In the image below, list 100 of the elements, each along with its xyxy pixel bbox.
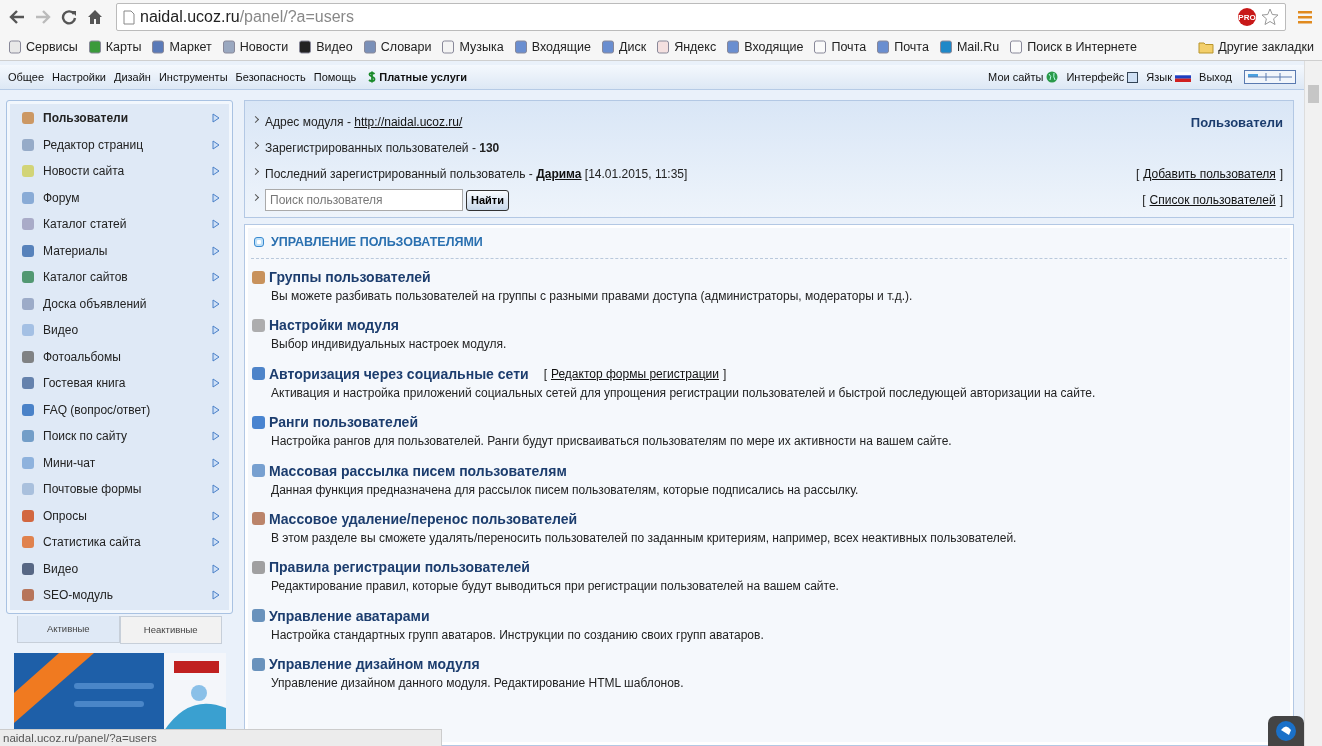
bookmark[interactable]: Новости [221,40,289,54]
bookmark[interactable]: Карты [87,40,142,54]
expand-arrow-icon[interactable] [212,325,220,336]
expand-arrow-icon[interactable] [212,378,220,389]
module-icon [21,137,35,152]
expand-arrow-icon[interactable] [212,272,220,283]
user-link[interactable]: Дарима [536,167,582,181]
bookmark[interactable]: Почта [813,40,867,54]
expand-arrow-icon[interactable] [212,510,220,521]
expand-arrow-icon[interactable] [212,484,220,495]
my-sites-link[interactable]: Мои сайты [988,71,1059,83]
globe-icon [1046,71,1059,83]
bookmark[interactable]: Сервисы [8,40,78,54]
bookmark[interactable]: Музыка [441,40,504,54]
section-title-link[interactable]: Настройки модуля [269,317,399,334]
expand-arrow-icon[interactable] [212,404,220,415]
sidebar-item[interactable]: Видео [13,317,228,344]
paid-services-link[interactable]: Платные услуги [368,71,468,83]
expand-arrow-icon[interactable] [212,351,220,362]
bookmark-icon [87,40,102,54]
sidebar-item[interactable]: Мини-чат [13,449,228,476]
chat-button[interactable] [1268,716,1304,746]
bookmark[interactable]: Диск [600,40,647,54]
expand-arrow-icon[interactable] [212,192,220,203]
module-address-link[interactable]: http://naidal.ucoz.ru/ [354,115,463,129]
adblock-badge[interactable]: PRO [1238,8,1256,26]
top-menu-item[interactable]: Общее [8,71,45,83]
section-title-link[interactable]: Правила регистрации пользователей [269,559,530,576]
bookmark[interactable]: Входящие [513,40,591,54]
sidebar-item[interactable]: Форум [13,184,228,211]
sidebar-item[interactable]: Доска объявлений [13,290,228,317]
top-menu-item[interactable]: Инструменты [158,71,228,83]
find-button[interactable]: Найти [466,189,509,211]
section-title-link[interactable]: Авторизация через социальные сети [269,365,529,382]
sidebar-item[interactable]: Опросы [13,502,228,529]
section-title-link[interactable]: Управление дизайном модуля [269,656,480,673]
module-icon [21,164,35,179]
logout-link[interactable]: Выход [1199,71,1232,83]
section-description: Данная функция предназначена для рассылок писем пользователям, которые подписались на рассылку. [271,482,860,497]
module-filter-tab[interactable]: Активные [17,615,120,643]
module-filter-tab[interactable]: Неактивные [119,615,222,644]
expand-arrow-icon[interactable] [212,537,220,548]
section-title-link[interactable]: Группы пользователей [269,269,431,285]
expand-arrow-icon[interactable] [212,166,220,177]
bracket: [ [1142,193,1146,207]
bookmark[interactable]: Поиск в Интернете [1009,40,1137,54]
registration-form-editor-link[interactable]: Редактор формы регистрации [550,366,719,381]
expand-arrow-icon[interactable] [212,457,220,468]
sidebar-item[interactable]: Материалы [13,237,228,264]
language-link[interactable]: Язык [1146,71,1192,83]
sidebar-item[interactable]: Почтовые формы [13,476,228,503]
sidebar-item[interactable]: FAQ (вопрос/ответ) [13,396,228,423]
sidebar-item[interactable]: Редактор страниц [13,131,228,158]
expand-arrow-icon[interactable] [212,590,220,601]
section-title-link[interactable]: Ранги пользователей [269,414,418,431]
bookmark-icon [876,40,891,54]
section-icon [251,269,266,285]
top-menu-item[interactable]: Безопасность [235,71,306,83]
sidebar-item[interactable]: Статистика сайта [13,529,228,556]
bookmark[interactable]: Входящие [726,40,804,54]
bookmark-star-icon[interactable] [1261,8,1279,26]
bookmark[interactable]: Яндекс [656,40,717,54]
sidebar-item[interactable]: Поиск по сайту [13,423,228,450]
interface-link[interactable]: Интерфейс [1066,71,1139,83]
sidebar-item[interactable]: Фотоальбомы [13,343,228,370]
section-title-link[interactable]: Массовая рассылка писем пользователям [269,462,567,479]
expand-arrow-icon[interactable] [212,431,220,442]
expand-arrow-icon[interactable] [212,219,220,230]
scrollbar[interactable] [1304,61,1322,746]
menu-icon[interactable] [1298,10,1312,24]
section-icon [251,656,266,672]
top-menu-item[interactable]: Помощь [313,71,357,83]
other-bookmarks[interactable]: Другие закладки [1198,40,1314,54]
sidebar-item[interactable]: Пользователи [13,105,228,132]
bookmark[interactable]: Словари [362,40,432,54]
user-search-field[interactable]: Поиск пользователя [265,189,463,211]
user-list-link[interactable]: Список пользователей [1149,193,1276,207]
sidebar-item[interactable]: Новости сайта [13,158,228,185]
bookmark[interactable]: Mail.Ru [938,40,1000,54]
sidebar-item[interactable]: Видео [13,555,228,582]
bookmark[interactable]: Маркет [151,40,212,54]
folder-icon [1198,40,1215,54]
add-user-link[interactable]: Добавить пользователя [1143,167,1276,181]
sidebar-item[interactable]: SEO-модуль [13,582,228,609]
section-title-link[interactable]: Управление аватарами [269,607,430,624]
expand-arrow-icon[interactable] [212,139,220,150]
sidebar-item[interactable]: Каталог статей [13,211,228,238]
bookmark[interactable]: Почта [876,40,929,54]
expand-arrow-icon[interactable] [212,113,220,124]
width-toggle-icon[interactable] [1244,70,1296,84]
sidebar-item[interactable]: Каталог сайтов [13,264,228,291]
address-bar[interactable]: naidal.ucoz.ru/panel/?a=users PRO [116,3,1286,31]
sidebar-item[interactable]: Гостевая книга [13,370,228,397]
top-menu-item[interactable]: Дизайн [113,71,151,83]
top-menu-item[interactable]: Настройки [52,71,106,83]
expand-arrow-icon[interactable] [212,298,220,309]
bookmark[interactable]: Видео [298,40,353,54]
expand-arrow-icon[interactable] [212,563,220,574]
expand-arrow-icon[interactable] [212,245,220,256]
section-title-link[interactable]: Массовое удаление/перенос пользователей [269,510,578,527]
